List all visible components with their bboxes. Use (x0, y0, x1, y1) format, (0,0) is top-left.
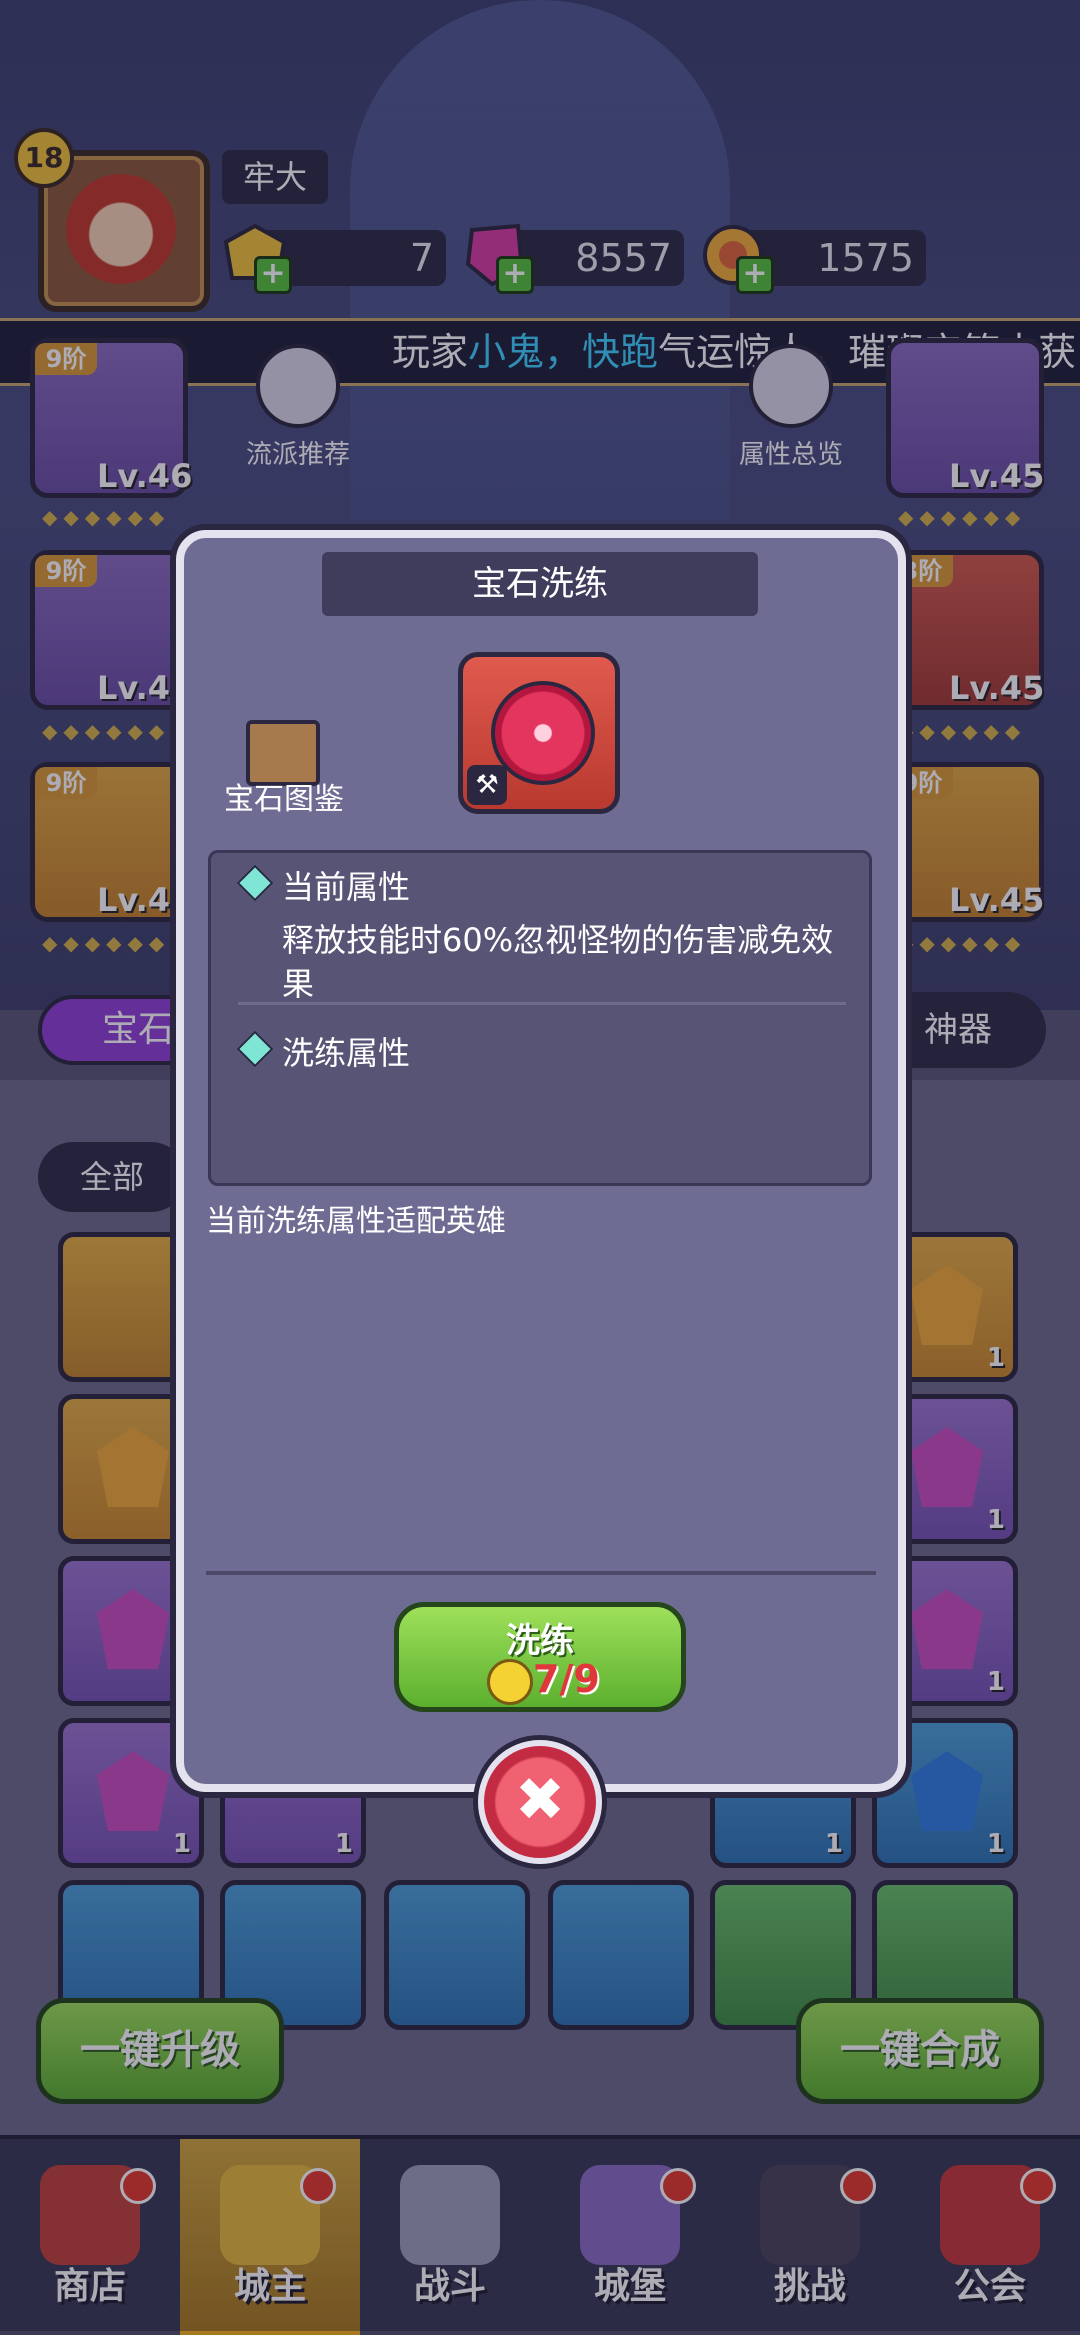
dialog-divider (206, 1571, 876, 1575)
hammer-icon: ⚒ (467, 765, 507, 805)
refine-button-label: 洗练 (506, 1621, 574, 1661)
refine-cost-count: 7/9 (533, 1657, 600, 1701)
attribute-divider (238, 1002, 846, 1005)
ruby-gem-icon (491, 681, 595, 785)
selected-gem: ⚒ (458, 652, 620, 814)
current-attribute-heading: 当前属性 (282, 868, 411, 906)
gem-atlas-label[interactable]: 宝石图鉴 (214, 774, 354, 818)
refine-attribute-heading: 洗练属性 (282, 1034, 411, 1072)
adapt-hero-text: 当前洗练属性适配英雄 (206, 1204, 506, 1239)
refine-button[interactable]: 洗练 7/9 (394, 1602, 686, 1712)
current-attribute-text: 释放技能时60%忽视怪物的伤害减免效果 (282, 921, 834, 1003)
gold-gem-cost-icon (487, 1659, 533, 1705)
dialog-title: 宝石洗练 (322, 552, 758, 616)
close-button[interactable]: ✖ (478, 1740, 602, 1864)
